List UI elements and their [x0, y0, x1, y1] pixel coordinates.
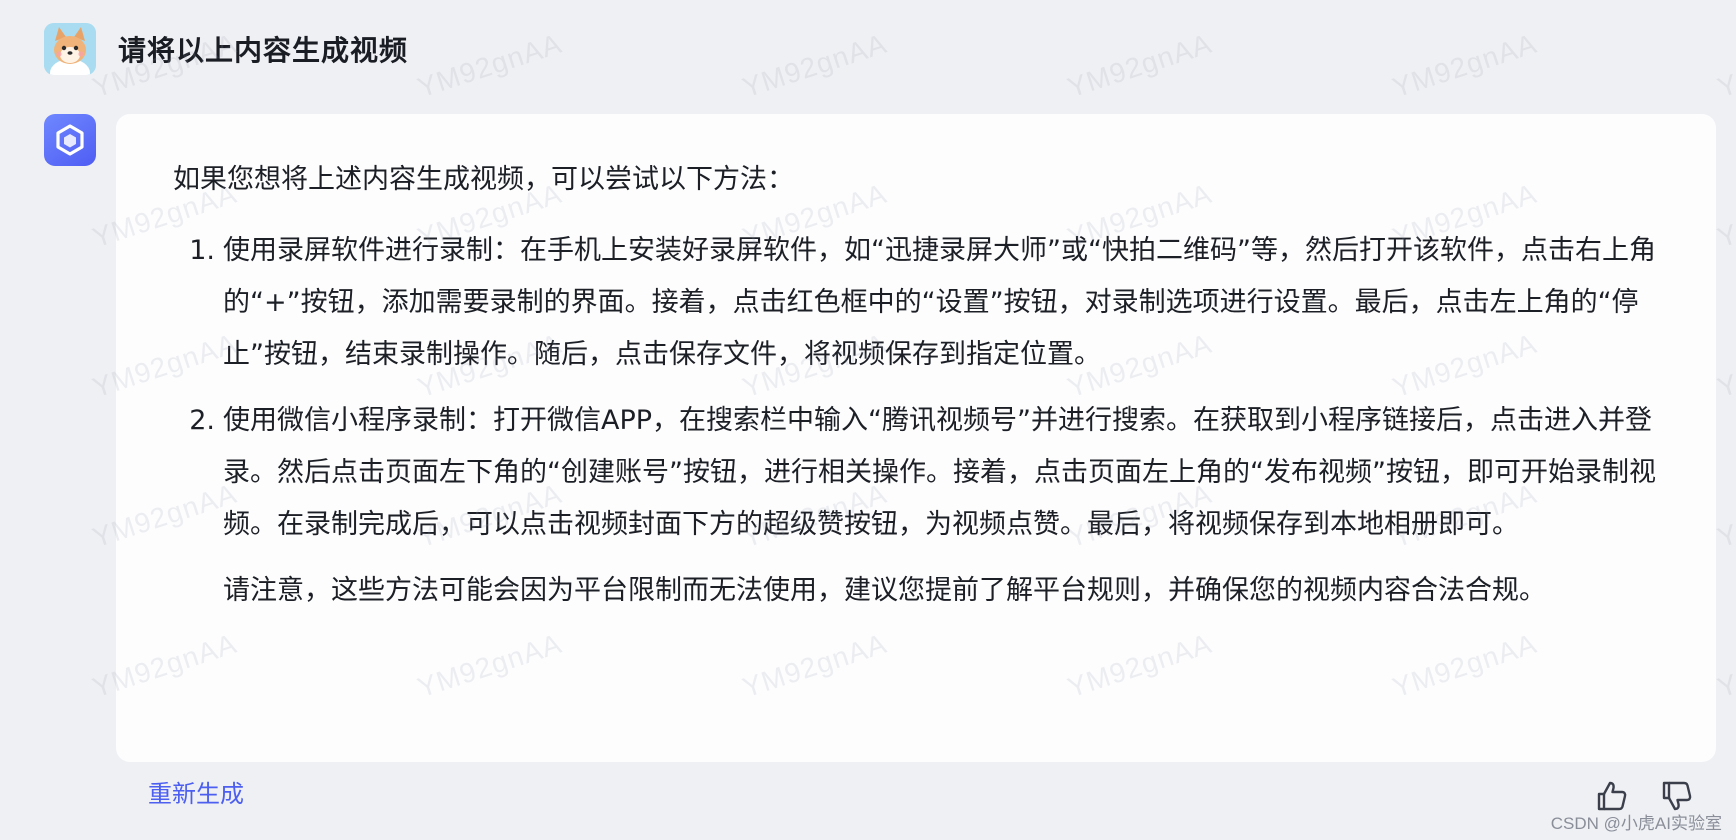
bot-answer-bubble: 如果您想将上述内容生成视频，可以尝试以下方法： 1. 使用录屏软件进行录制：在手…: [116, 114, 1716, 762]
answer-intro: 如果您想将上述内容生成视频，可以尝试以下方法：: [173, 164, 794, 195]
list-item-number: 2.: [189, 405, 215, 437]
method-list: 1. 使用录屏软件进行录制：在手机上安装好录屏软件，如“迅捷录屏大师”或“快拍二…: [173, 225, 1656, 551]
shiba-dog-avatar-icon: [44, 23, 96, 75]
user-message: 请将以上内容生成视频: [44, 22, 408, 76]
watermark-text: YM92gnAA: [413, 27, 566, 104]
regenerate-button[interactable]: 重新生成: [148, 774, 244, 809]
list-item-number: 1.: [189, 235, 215, 267]
watermark-text: YM92gnAA: [1388, 27, 1541, 104]
user-prompt-text: 请将以上内容生成视频: [118, 34, 409, 67]
watermark-text: YM92gnAA: [1713, 177, 1736, 254]
watermark-text: YM92gnAA: [1063, 27, 1216, 104]
source-watermark: CSDN @小虎AI实验室: [1550, 814, 1722, 833]
chat-page: 请将以上内容生成视频 如果您想将上述内容生成视频，可以尝试以下方法： 1. 使用…: [0, 0, 1736, 840]
list-item-text: 使用微信小程序录制：打开微信APP，在搜索栏中输入“腾讯视频号”并进行搜索。在获…: [223, 405, 1656, 541]
list-item: 2. 使用微信小程序录制：打开微信APP，在搜索栏中输入“腾讯视频号”并进行搜索…: [173, 395, 1656, 551]
watermark-text: YM92gnAA: [1713, 627, 1736, 704]
watermark-text: YM92gnAA: [1713, 477, 1736, 554]
watermark-text: YM92gnAA: [738, 27, 891, 104]
list-item: 1. 使用录屏软件进行录制：在手机上安装好录屏软件，如“迅捷录屏大师”或“快拍二…: [173, 225, 1656, 381]
watermark-text: YM92gnAA: [1713, 327, 1736, 404]
watermark-text: YM92gnAA: [1713, 27, 1736, 104]
list-item-text: 使用录屏软件进行录制：在手机上安装好录屏软件，如“迅捷录屏大师”或“快拍二维码”…: [223, 235, 1656, 371]
answer-note: 请注意，这些方法可能会因为平台限制而无法使用，建议您提前了解平台规则，并确保您的…: [223, 575, 1546, 607]
hexagon-logo-icon: [44, 114, 96, 166]
